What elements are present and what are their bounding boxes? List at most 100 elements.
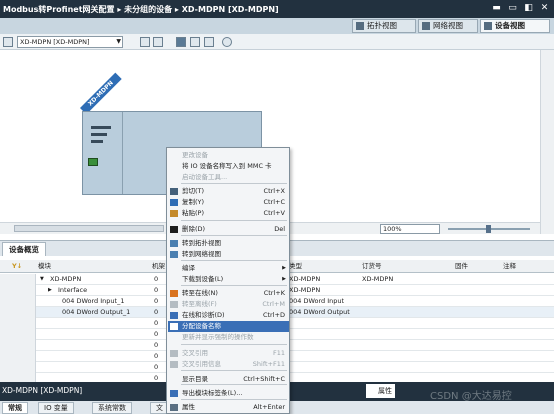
menu-item-label: 转到网络视图	[182, 250, 221, 258]
column-header-module[interactable]: 模块	[38, 260, 138, 273]
expand-toggle-icon[interactable]: ▼	[40, 274, 48, 285]
go-offline-icon	[170, 301, 178, 308]
device-view-icon	[484, 22, 492, 30]
menu-item[interactable]: 导出模块标签条(L)...	[168, 388, 289, 399]
cell-type	[289, 329, 359, 340]
menu-item-label: 交叉引用信息	[182, 360, 221, 368]
menu-item[interactable]: 转到网络视图	[168, 249, 289, 260]
menu-item[interactable]: 显示目录 Ctrl+Shift+C	[168, 374, 289, 385]
menu-item[interactable]: 将 IO 设备名称写入到 MMC 卡	[168, 161, 289, 172]
overview-icon[interactable]	[153, 37, 163, 47]
cell-order-no	[362, 307, 442, 318]
submenu-arrow-icon: ▶	[282, 265, 286, 271]
cell-type	[289, 318, 359, 329]
menu-item[interactable]: 复制(Y) Ctrl+C	[168, 197, 289, 208]
zoom-icon[interactable]	[222, 37, 232, 47]
grid-icon[interactable]	[190, 37, 200, 47]
zoom-slider-thumb[interactable]	[486, 225, 491, 233]
paste-icon	[170, 210, 178, 217]
menu-item[interactable]: 属性 Alt+Enter	[168, 402, 289, 413]
zoom-select[interactable]: 100%	[380, 224, 440, 234]
assign-name-icon	[170, 323, 178, 330]
menu-item-label: 粘贴(P)	[182, 209, 204, 217]
row-gutter	[0, 296, 36, 307]
cell-order-no	[362, 296, 442, 307]
cell-type: XD-MDPN	[289, 286, 321, 294]
cross-ref-icon	[170, 350, 178, 357]
window-controls: ▬ ▭ ◧ ✕	[491, 3, 550, 14]
properties-tab[interactable]: 属性	[366, 384, 395, 398]
cell-type	[289, 340, 359, 351]
tab-device-view[interactable]: 设备视图	[480, 19, 550, 33]
restore-icon[interactable]: ▭	[507, 3, 518, 14]
menu-item[interactable]: 更改设备	[168, 150, 289, 161]
column-header-comment[interactable]: 注释	[503, 260, 543, 273]
menu-item-label: 显示目录	[182, 375, 208, 383]
tab-io-tags[interactable]: IO 变量	[38, 402, 74, 414]
menu-item-label: 更改设备	[182, 151, 208, 159]
module-slot-bar	[91, 140, 103, 143]
chevron-down-icon: ▼	[116, 38, 121, 45]
menu-item[interactable]: 删除(D) Del	[168, 224, 289, 235]
menu-separator	[181, 344, 287, 345]
menu-item-shortcut: Shift+F11	[252, 360, 285, 368]
menu-item[interactable]: 转至离线(F) Ctrl+M	[168, 299, 289, 310]
menu-item[interactable]: 剪切(T) Ctrl+X	[168, 186, 289, 197]
row-gutter	[0, 329, 36, 340]
vertical-scrollbar[interactable]	[540, 50, 554, 234]
menu-item-label: 启动设备工具...	[182, 173, 228, 181]
expand-toggle-icon[interactable]: ▶	[48, 285, 56, 296]
horizontal-scrollbar[interactable]	[14, 225, 164, 232]
menu-item-label: 转至离线(F)	[182, 300, 217, 308]
cell-module: Interface	[58, 286, 88, 294]
close-icon[interactable]: ✕	[539, 3, 550, 14]
menu-item[interactable]: 启动设备工具...	[168, 172, 289, 183]
properties-table-icon[interactable]	[140, 37, 150, 47]
menu-item[interactable]: 粘贴(P) Ctrl+V	[168, 208, 289, 219]
menu-item-shortcut: Ctrl+X	[263, 187, 285, 195]
cell-module	[62, 340, 157, 351]
menu-item-shortcut: Ctrl+K	[263, 289, 285, 297]
menu-separator	[181, 285, 287, 286]
zoom-slider[interactable]	[448, 225, 530, 233]
menu-item[interactable]: 交叉引用信息 Shift+F11	[168, 359, 289, 370]
column-header-firmware[interactable]: 固件	[455, 260, 495, 273]
device-select[interactable]: XD-MDPN [XD-MDPN] ▼	[17, 36, 123, 48]
menu-item[interactable]: 在线和诊断(D) Ctrl+D	[168, 310, 289, 321]
head-module[interactable]	[83, 112, 123, 194]
menu-item-label: 编译	[182, 264, 195, 272]
tab-network-view[interactable]: 网络视图	[418, 19, 478, 33]
menu-item-label: 剪切(T)	[182, 187, 205, 195]
device-icon	[3, 37, 13, 47]
row-gutter	[0, 362, 36, 373]
minimize-icon[interactable]: ▬	[491, 3, 502, 14]
inspector-title: XD-MDPN [XD-MDPN]	[2, 386, 83, 395]
menu-item[interactable]: 分配设备名称	[168, 321, 289, 332]
draw-mode-icon[interactable]	[176, 37, 186, 47]
context-menu: 更改设备将 IO 设备名称写入到 MMC 卡启动设备工具... 剪切(T) Ctrl…	[166, 147, 290, 414]
filter-icon[interactable]: Y↓	[12, 260, 34, 273]
tab-general[interactable]: 常规	[2, 402, 28, 414]
column-header-type[interactable]: 类型	[289, 260, 359, 273]
menu-item-label: 删除(D)	[182, 225, 206, 233]
menu-item[interactable]: 下载到设备(L) ▶	[168, 274, 289, 285]
title-bar: Modbus转Profinet网关配置 ▸ 未分组的设备 ▸ XD-MDPN […	[0, 0, 554, 18]
menu-item[interactable]: 转至在线(N) Ctrl+K	[168, 288, 289, 299]
column-header-order-no[interactable]: 订货号	[362, 260, 442, 273]
row-gutter	[0, 318, 36, 329]
cell-module	[62, 318, 157, 329]
menu-item-label: 转到拓扑视图	[182, 239, 221, 247]
tab-device-overview[interactable]: 设备概览	[2, 242, 46, 257]
layout-icon[interactable]	[204, 37, 214, 47]
menu-item-shortcut: Ctrl+M	[262, 300, 285, 308]
menu-item[interactable]: 编译 ▶	[168, 263, 289, 274]
tab-system-constants[interactable]: 系统常数	[92, 402, 132, 414]
watermark: CSDN @大达易控	[430, 391, 512, 402]
tab-topology-view[interactable]: 拓扑视图	[352, 19, 416, 33]
float-icon[interactable]: ◧	[523, 3, 534, 14]
menu-item[interactable]: 更新并显示强制的操作数	[168, 332, 289, 343]
cell-order-no	[362, 362, 442, 373]
menu-item[interactable]: 交叉引用 F11	[168, 348, 289, 359]
menu-item[interactable]: 转到拓扑视图	[168, 238, 289, 249]
ethernet-port-icon[interactable]	[88, 158, 98, 166]
